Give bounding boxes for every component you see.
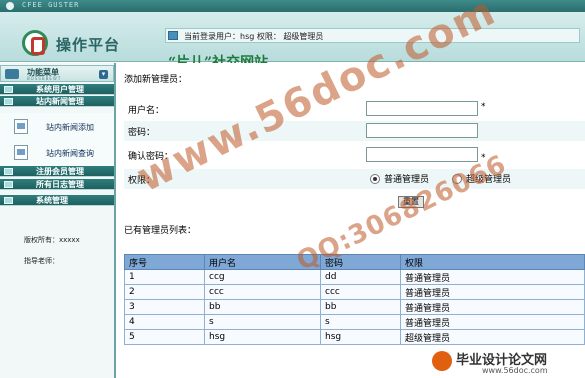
- table-cell: 5: [124, 329, 205, 345]
- table-row[interactable]: 5 hsg hsg 超级管理员: [124, 329, 585, 345]
- sidebar-subitem-add-news[interactable]: 站内新闻添加: [0, 113, 114, 141]
- table-cell: 3: [124, 299, 205, 315]
- column-header: 序号: [124, 254, 205, 270]
- required-mark: *: [481, 102, 486, 112]
- admin-table: 序号 用户名 密码 权限 1 ccg dd 普通管理员 2 ccc ccc 普通…: [124, 254, 585, 345]
- radio-normal-admin[interactable]: [370, 174, 380, 184]
- table-cell: s: [204, 314, 321, 330]
- table-cell: 普通管理员: [400, 314, 585, 330]
- top-bar: CFEE GUSTER: [0, 0, 585, 12]
- folder-icon: [4, 86, 13, 93]
- sidebar-item-site-news[interactable]: 站内新闻管理: [0, 96, 114, 107]
- table-cell: 普通管理员: [400, 284, 585, 300]
- watermark-logo-url: www.56doc.com: [482, 366, 548, 375]
- section-title: 添加新管理员：: [124, 75, 188, 85]
- table-cell: bb: [320, 299, 401, 315]
- table-row[interactable]: 1 ccg dd 普通管理员: [124, 269, 585, 285]
- password-field[interactable]: [366, 123, 478, 138]
- logo-text: 操作平台: [56, 36, 121, 54]
- radio-label-normal-admin: 普通管理员: [384, 175, 430, 185]
- table-row[interactable]: 4 s s 普通管理员: [124, 314, 585, 330]
- sidebar-item-registered-members[interactable]: 注册会员管理: [0, 166, 114, 177]
- sidebar-item-system[interactable]: 系统管理: [0, 195, 114, 206]
- sidebar: 功能菜单 BOSSBBEWT ▾ 系统用户管理 站内新闻管理 站内新闻添加 站内…: [0, 63, 116, 378]
- username-row: 用户名： *: [124, 99, 585, 119]
- brand-text: CFEE GUSTER: [22, 1, 80, 9]
- table-cell: 普通管理员: [400, 299, 585, 315]
- watermark-logo: 毕业设计论文网 www.56doc.com: [430, 348, 585, 378]
- table-row[interactable]: 3 bb bb 普通管理员: [124, 299, 585, 315]
- folder-icon: [4, 197, 13, 204]
- watermark-logo-icon: [432, 351, 452, 371]
- monitor-icon: [168, 31, 178, 40]
- username-field[interactable]: [366, 101, 478, 116]
- document-icon: [14, 119, 28, 134]
- document-icon: [14, 145, 28, 160]
- sidebar-item-label: 所有日志管理: [36, 180, 84, 189]
- folder-icon: [4, 98, 13, 105]
- table-cell: ccc: [204, 284, 321, 300]
- copyright-text: 版权所有：xxxxx: [24, 236, 80, 244]
- column-header: 权限: [400, 254, 585, 270]
- sidebar-item-label: 注册会员管理: [36, 167, 84, 176]
- table-header-row: 序号 用户名 密码 权限: [124, 254, 585, 270]
- table-cell: 1: [124, 269, 205, 285]
- table-cell: 2: [124, 284, 205, 300]
- admin-list-title: 已有管理员列表：: [124, 226, 197, 236]
- table-row[interactable]: 2 ccc ccc 普通管理员: [124, 284, 585, 300]
- sidebar-item-label: 系统用户管理: [36, 85, 84, 94]
- table-cell: s: [320, 314, 401, 330]
- table-cell: bb: [204, 299, 321, 315]
- logo: 操作平台: [8, 16, 158, 58]
- folder-icon: [4, 168, 13, 175]
- table-cell: 4: [124, 314, 205, 330]
- logo-icon: [22, 30, 48, 56]
- sidebar-subitem-label: 站内新闻添加: [46, 123, 94, 132]
- password-label: 密码：: [128, 128, 156, 138]
- sidebar-item-system-users[interactable]: 系统用户管理: [0, 84, 114, 95]
- table-cell: dd: [320, 269, 401, 285]
- login-info: 当前登录用户：hsg 权限： 超级管理员: [184, 32, 324, 41]
- folder-icon: [4, 181, 13, 188]
- sidebar-subitem-label: 站内新闻查询: [46, 149, 94, 158]
- table-cell: hsg: [204, 329, 321, 345]
- username-label: 用户名：: [128, 106, 165, 116]
- sidebar-item-label: 站内新闻管理: [36, 97, 84, 106]
- table-cell: hsg: [320, 329, 401, 345]
- table-cell: ccc: [320, 284, 401, 300]
- sidebar-item-label: 系统管理: [36, 196, 68, 205]
- table-cell: 普通管理员: [400, 269, 585, 285]
- sidebar-subitem-query-news[interactable]: 站内新闻查询: [0, 139, 114, 167]
- menu-subtitle: BOSSBBEWT: [27, 76, 62, 81]
- teacher-text: 指导老师：: [24, 257, 59, 265]
- app-icon: [6, 2, 14, 10]
- confirm-password-field[interactable]: [366, 147, 478, 162]
- menu-icon: [5, 69, 19, 79]
- collapse-toggle-icon[interactable]: ▾: [99, 70, 108, 79]
- table-cell: 超级管理员: [400, 329, 585, 345]
- menu-header[interactable]: 功能菜单 BOSSBBEWT ▾: [0, 65, 114, 82]
- sidebar-item-all-logs[interactable]: 所有日志管理: [0, 179, 114, 190]
